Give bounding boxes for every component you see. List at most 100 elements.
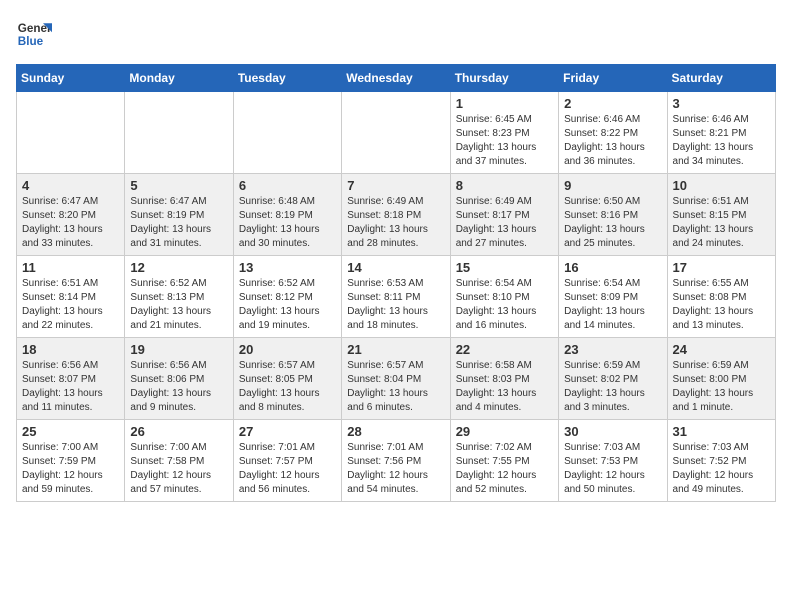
calendar-cell: 29Sunrise: 7:02 AM Sunset: 7:55 PM Dayli… <box>450 420 558 502</box>
day-info: Sunrise: 6:46 AM Sunset: 8:21 PM Dayligh… <box>673 113 770 169</box>
day-number: 9 <box>564 178 661 193</box>
day-info: Sunrise: 6:54 AM Sunset: 8:09 PM Dayligh… <box>564 277 661 333</box>
day-number: 2 <box>564 96 661 111</box>
day-info: Sunrise: 6:46 AM Sunset: 8:22 PM Dayligh… <box>564 113 661 169</box>
day-number: 17 <box>673 260 770 275</box>
calendar-cell: 27 Sunrise: 7:01 AM Sunset: 7:57 PM Dayli… <box>233 420 341 502</box>
day-header-monday: Monday <box>125 65 233 92</box>
day-number: 23 <box>564 342 661 357</box>
day-info: Sunrise: 6:47 AM Sunset: 8:19 PM Dayligh… <box>130 195 227 251</box>
day-info: Sunrise: 6:56 AM Sunset: 8:07 PM Dayligh… <box>22 359 119 415</box>
calendar-cell: 24 Sunrise: 6:59 AM Sunset: 8:00 PM Dayli… <box>667 338 775 420</box>
day-info: Sunrise: 7:00 AM Sunset: 7:58 PM Dayligh… <box>130 441 227 497</box>
calendar-cell: 19 Sunrise: 6:56 AM Sunset: 8:06 PM Dayli… <box>125 338 233 420</box>
day-number: 16 <box>564 260 661 275</box>
day-number: 1 <box>456 96 553 111</box>
calendar-cell: 28Sunrise: 7:01 AM Sunset: 7:56 PM Dayli… <box>342 420 450 502</box>
day-info: Sunrise: 6:47 AM Sunset: 8:20 PM Dayligh… <box>22 195 119 251</box>
day-info: Sunrise: 6:53 AM Sunset: 8:11 PM Dayligh… <box>347 277 444 333</box>
day-info: Sunrise: 6:59 AM Sunset: 8:00 PM Dayligh… <box>673 359 770 415</box>
calendar-cell: 18 Sunrise: 6:56 AM Sunset: 8:07 PM Dayli… <box>17 338 125 420</box>
day-number: 3 <box>673 96 770 111</box>
calendar-cell: 7 Sunrise: 6:49 AM Sunset: 8:18 PM Daylig… <box>342 174 450 256</box>
day-info: Sunrise: 6:49 AM Sunset: 8:17 PM Dayligh… <box>456 195 553 251</box>
day-number: 24 <box>673 342 770 357</box>
day-number: 7 <box>347 178 444 193</box>
day-info: Sunrise: 7:01 AM Sunset: 7:57 PM Dayligh… <box>239 441 336 497</box>
day-number: 20 <box>239 342 336 357</box>
calendar-cell: 11Sunrise: 6:51 AM Sunset: 8:14 PM Dayli… <box>17 256 125 338</box>
calendar-cell <box>125 92 233 174</box>
day-number: 22 <box>456 342 553 357</box>
day-number: 19 <box>130 342 227 357</box>
day-header-sunday: Sunday <box>17 65 125 92</box>
day-number: 6 <box>239 178 336 193</box>
day-number: 26 <box>130 424 227 439</box>
day-number: 4 <box>22 178 119 193</box>
calendar-week-row: 11Sunrise: 6:51 AM Sunset: 8:14 PM Dayli… <box>17 256 776 338</box>
calendar-cell: 2 Sunrise: 6:46 AM Sunset: 8:22 PM Daylig… <box>559 92 667 174</box>
day-info: Sunrise: 6:48 AM Sunset: 8:19 PM Dayligh… <box>239 195 336 251</box>
calendar-cell: 14 Sunrise: 6:53 AM Sunset: 8:11 PM Dayli… <box>342 256 450 338</box>
day-header-tuesday: Tuesday <box>233 65 341 92</box>
day-info: Sunrise: 6:55 AM Sunset: 8:08 PM Dayligh… <box>673 277 770 333</box>
calendar-cell: 4 Sunrise: 6:47 AM Sunset: 8:20 PM Daylig… <box>17 174 125 256</box>
calendar-cell: 17 Sunrise: 6:55 AM Sunset: 8:08 PM Dayli… <box>667 256 775 338</box>
day-number: 25 <box>22 424 119 439</box>
day-number: 30 <box>564 424 661 439</box>
day-info: Sunrise: 6:49 AM Sunset: 8:18 PM Dayligh… <box>347 195 444 251</box>
day-info: Sunrise: 6:58 AM Sunset: 8:03 PM Dayligh… <box>456 359 553 415</box>
day-number: 27 <box>239 424 336 439</box>
day-number: 8 <box>456 178 553 193</box>
day-info: Sunrise: 6:59 AM Sunset: 8:02 PM Dayligh… <box>564 359 661 415</box>
calendar-cell: 23 Sunrise: 6:59 AM Sunset: 8:02 PM Dayli… <box>559 338 667 420</box>
day-number: 10 <box>673 178 770 193</box>
page-header: General Blue <box>16 16 776 52</box>
day-number: 31 <box>673 424 770 439</box>
day-info: Sunrise: 6:50 AM Sunset: 8:16 PM Dayligh… <box>564 195 661 251</box>
day-info: Sunrise: 6:54 AM Sunset: 8:10 PM Dayligh… <box>456 277 553 333</box>
day-number: 21 <box>347 342 444 357</box>
calendar-cell: 1 Sunrise: 6:45 AM Sunset: 8:23 PM Daylig… <box>450 92 558 174</box>
logo: General Blue <box>16 16 52 52</box>
calendar-cell: 10Sunrise: 6:51 AM Sunset: 8:15 PM Dayli… <box>667 174 775 256</box>
day-number: 18 <box>22 342 119 357</box>
logo-icon: General Blue <box>16 16 52 52</box>
day-header-wednesday: Wednesday <box>342 65 450 92</box>
calendar-cell: 9 Sunrise: 6:50 AM Sunset: 8:16 PM Daylig… <box>559 174 667 256</box>
calendar-cell <box>342 92 450 174</box>
day-header-saturday: Saturday <box>667 65 775 92</box>
calendar-cell: 31 Sunrise: 7:03 AM Sunset: 7:52 PM Dayli… <box>667 420 775 502</box>
svg-text:Blue: Blue <box>18 35 44 48</box>
day-number: 15 <box>456 260 553 275</box>
calendar-week-row: 25 Sunrise: 7:00 AM Sunset: 7:59 PM Dayli… <box>17 420 776 502</box>
day-info: Sunrise: 6:57 AM Sunset: 8:05 PM Dayligh… <box>239 359 336 415</box>
calendar-header-row: SundayMondayTuesdayWednesdayThursdayFrid… <box>17 65 776 92</box>
day-info: Sunrise: 7:01 AM Sunset: 7:56 PM Dayligh… <box>347 441 444 497</box>
day-info: Sunrise: 7:03 AM Sunset: 7:53 PM Dayligh… <box>564 441 661 497</box>
day-info: Sunrise: 6:45 AM Sunset: 8:23 PM Dayligh… <box>456 113 553 169</box>
calendar-table: SundayMondayTuesdayWednesdayThursdayFrid… <box>16 64 776 502</box>
day-number: 13 <box>239 260 336 275</box>
calendar-cell: 13 Sunrise: 6:52 AM Sunset: 8:12 PM Dayli… <box>233 256 341 338</box>
day-header-thursday: Thursday <box>450 65 558 92</box>
day-info: Sunrise: 7:03 AM Sunset: 7:52 PM Dayligh… <box>673 441 770 497</box>
calendar-cell: 15 Sunrise: 6:54 AM Sunset: 8:10 PM Dayli… <box>450 256 558 338</box>
calendar-cell: 30 Sunrise: 7:03 AM Sunset: 7:53 PM Dayli… <box>559 420 667 502</box>
day-info: Sunrise: 6:57 AM Sunset: 8:04 PM Dayligh… <box>347 359 444 415</box>
day-number: 5 <box>130 178 227 193</box>
day-number: 14 <box>347 260 444 275</box>
day-number: 12 <box>130 260 227 275</box>
calendar-cell: 20 Sunrise: 6:57 AM Sunset: 8:05 PM Dayli… <box>233 338 341 420</box>
day-info: Sunrise: 6:52 AM Sunset: 8:12 PM Dayligh… <box>239 277 336 333</box>
day-header-friday: Friday <box>559 65 667 92</box>
day-info: Sunrise: 7:00 AM Sunset: 7:59 PM Dayligh… <box>22 441 119 497</box>
calendar-cell: 8 Sunrise: 6:49 AM Sunset: 8:17 PM Daylig… <box>450 174 558 256</box>
calendar-cell: 22 Sunrise: 6:58 AM Sunset: 8:03 PM Dayli… <box>450 338 558 420</box>
calendar-cell: 12Sunrise: 6:52 AM Sunset: 8:13 PM Dayli… <box>125 256 233 338</box>
day-number: 29 <box>456 424 553 439</box>
day-info: Sunrise: 6:51 AM Sunset: 8:14 PM Dayligh… <box>22 277 119 333</box>
day-info: Sunrise: 6:56 AM Sunset: 8:06 PM Dayligh… <box>130 359 227 415</box>
calendar-cell: 3 Sunrise: 6:46 AM Sunset: 8:21 PM Daylig… <box>667 92 775 174</box>
calendar-week-row: 1 Sunrise: 6:45 AM Sunset: 8:23 PM Daylig… <box>17 92 776 174</box>
